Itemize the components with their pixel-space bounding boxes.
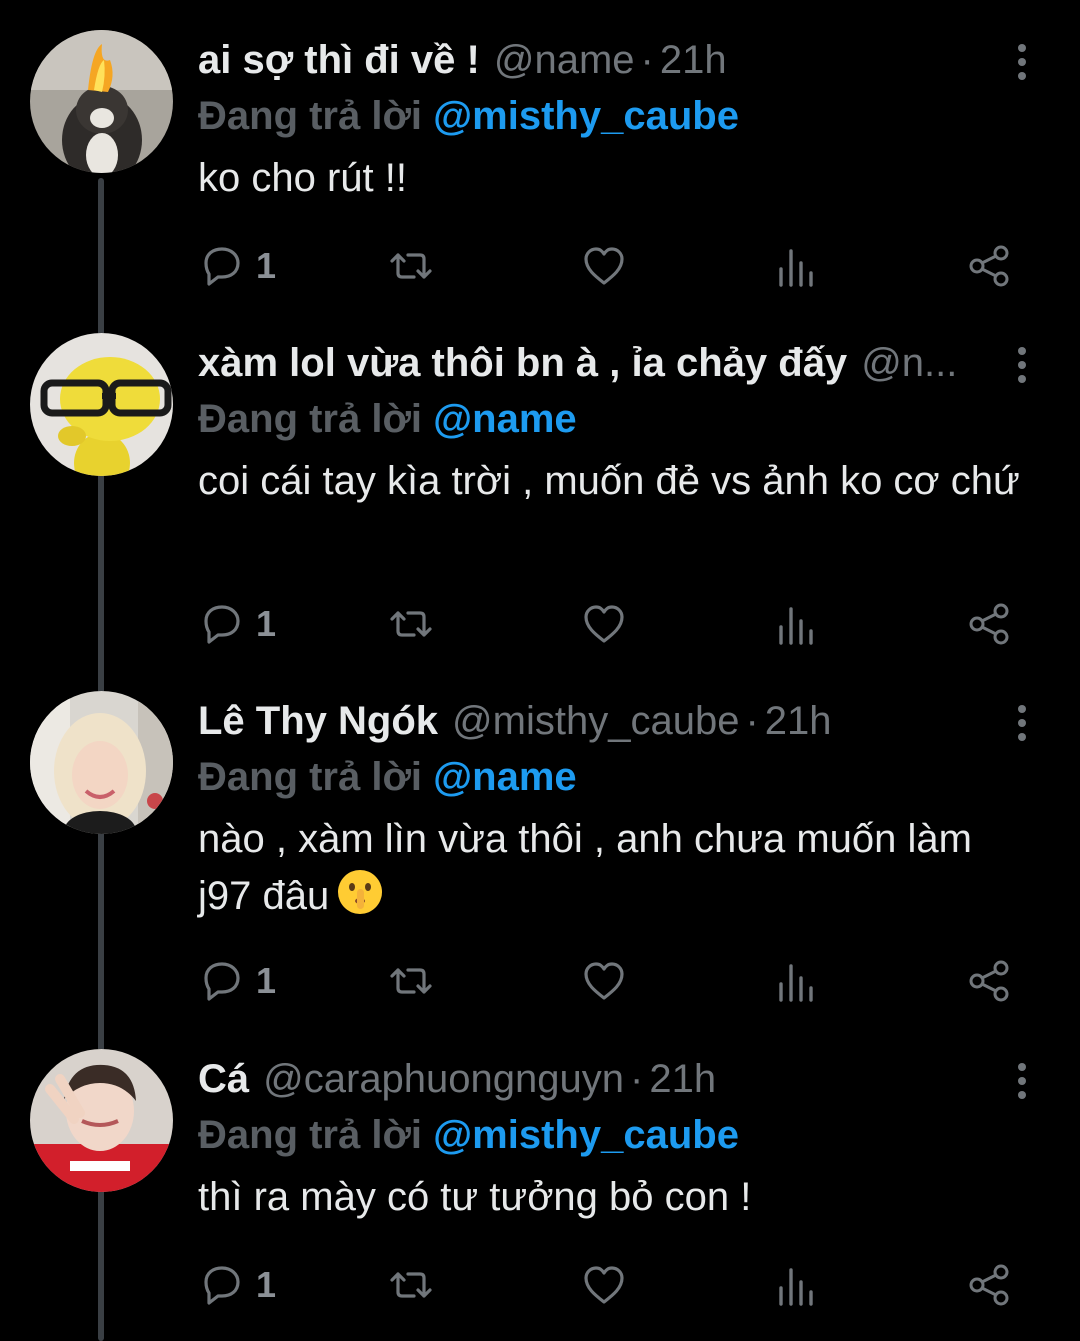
tweet-text: nào , xàm lìn vừa thôi , anh chưa muốn l…: [198, 811, 1028, 924]
mention-link[interactable]: @misthy_caube: [433, 1113, 739, 1157]
like-button[interactable]: [581, 1255, 627, 1315]
views-icon: [779, 607, 813, 645]
replying-label: Đang trả lời: [198, 397, 423, 441]
avatar[interactable]: [30, 691, 173, 834]
share-icon: [969, 245, 1009, 287]
action-bar: 1: [198, 236, 1018, 296]
mention-link[interactable]: @name: [433, 397, 577, 441]
share-icon: [969, 1264, 1009, 1306]
timestamp[interactable]: 21h: [765, 699, 832, 743]
shushing-face-emoji: [338, 870, 383, 914]
action-bar: 1: [198, 594, 1018, 654]
heart-icon: [584, 1266, 624, 1304]
retweet-button[interactable]: [388, 236, 434, 296]
views-icon: [779, 249, 813, 287]
tweet-text: thì ra mày có tư tưởng bỏ con !: [198, 1175, 752, 1219]
views-button[interactable]: [773, 1255, 819, 1315]
blonde-girl-avatar: [30, 691, 173, 834]
replying-label: Đang trả lời: [198, 755, 423, 799]
more-vertical-icon[interactable]: [1002, 703, 1042, 743]
mention-link[interactable]: @misthy_caube: [433, 94, 739, 138]
heart-icon: [584, 247, 624, 285]
reply-thread: ai sợ thì đi về ! @name · 21h Đang trả lời…: [0, 0, 1080, 1341]
reply-count: 1: [256, 960, 277, 1001]
like-button[interactable]: [581, 951, 627, 1011]
views-button[interactable]: [773, 236, 819, 296]
views-button[interactable]: [773, 594, 819, 654]
separator: ·: [745, 699, 759, 743]
separator: ·: [640, 38, 654, 82]
display-name[interactable]: ai sợ thì đi về !: [198, 32, 480, 88]
reply-button[interactable]: 1: [198, 951, 276, 1011]
retweet-icon: [390, 253, 432, 279]
yellow-figure-glasses-avatar: [30, 333, 173, 476]
share-button[interactable]: [966, 236, 1012, 296]
reply-icon: [204, 247, 240, 286]
tweet[interactable]: Lê Thy Ngók @misthy_caube · 21h Đang trả l…: [0, 661, 1080, 1018]
like-button[interactable]: [581, 594, 627, 654]
views-button[interactable]: [773, 951, 819, 1011]
retweet-button[interactable]: [388, 1255, 434, 1315]
avatar[interactable]: [30, 30, 173, 173]
replying-to-line: Đang trả lời @misthy_caube: [198, 88, 1038, 144]
handle[interactable]: @n...: [861, 341, 957, 385]
tweet[interactable]: xàm lol vừa thôi bn à , ỉa chảy đấy @n..…: [0, 303, 1080, 660]
reply-button[interactable]: 1: [198, 594, 276, 654]
share-icon: [969, 603, 1009, 645]
cat-with-fire-avatar: [30, 30, 173, 173]
views-icon: [779, 1268, 813, 1306]
tweet[interactable]: Cá @caraphuongnguyn · 21h Đang trả lời @mi…: [0, 1019, 1080, 1341]
display-name[interactable]: Cá: [198, 1051, 249, 1107]
replying-label: Đang trả lời: [198, 1113, 423, 1157]
action-bar: 1: [198, 1255, 1018, 1315]
tweet-text: coi cái tay kìa trời , muốn đẻ vs ảnh ko…: [198, 459, 1020, 503]
action-bar: 1: [198, 951, 1018, 1011]
more-vertical-icon[interactable]: [1002, 1061, 1042, 1101]
heart-icon: [584, 605, 624, 643]
tweet-text: ko cho rút !!: [198, 156, 407, 200]
handle[interactable]: @caraphuongnguyn: [263, 1057, 624, 1101]
display-name[interactable]: Lê Thy Ngók: [198, 693, 438, 749]
more-vertical-icon[interactable]: [1002, 345, 1042, 385]
replying-to-line: Đang trả lời @name: [198, 749, 1038, 805]
replying-to-line: Đang trả lời @name: [198, 391, 1038, 447]
share-button[interactable]: [966, 1255, 1012, 1315]
retweet-icon: [390, 968, 432, 994]
replying-label: Đang trả lời: [198, 94, 423, 138]
more-vertical-icon[interactable]: [1002, 42, 1042, 82]
tweet-text-content: nào , xàm lìn vừa thôi , anh chưa muốn l…: [198, 817, 972, 918]
separator: ·: [630, 1057, 644, 1101]
retweet-icon: [390, 611, 432, 637]
reply-button[interactable]: 1: [198, 236, 276, 296]
mention-link[interactable]: @name: [433, 755, 577, 799]
retweet-icon: [390, 1272, 432, 1298]
avatar[interactable]: [30, 333, 173, 476]
reply-icon: [204, 1266, 240, 1305]
reply-count: 1: [256, 1264, 277, 1305]
share-button[interactable]: [966, 594, 1012, 654]
timestamp[interactable]: 21h: [660, 38, 727, 82]
timestamp[interactable]: 21h: [649, 1057, 716, 1101]
retweet-button[interactable]: [388, 951, 434, 1011]
reply-icon: [204, 605, 240, 644]
like-button[interactable]: [581, 236, 627, 296]
reply-button[interactable]: 1: [198, 1255, 276, 1315]
heart-icon: [584, 962, 624, 1000]
reply-icon: [204, 962, 240, 1001]
reply-count: 1: [256, 603, 277, 644]
replying-to-line: Đang trả lời @misthy_caube: [198, 1107, 1038, 1163]
share-icon: [969, 960, 1009, 1002]
handle[interactable]: @name: [494, 38, 635, 82]
girl-red-shirt-avatar: [30, 1049, 173, 1192]
retweet-button[interactable]: [388, 594, 434, 654]
reply-count: 1: [256, 245, 277, 286]
avatar[interactable]: [30, 1049, 173, 1192]
handle[interactable]: @misthy_caube: [452, 699, 739, 743]
share-button[interactable]: [966, 951, 1012, 1011]
views-icon: [779, 964, 813, 1002]
display-name[interactable]: xàm lol vừa thôi bn à , ỉa chảy đấy: [198, 335, 847, 391]
